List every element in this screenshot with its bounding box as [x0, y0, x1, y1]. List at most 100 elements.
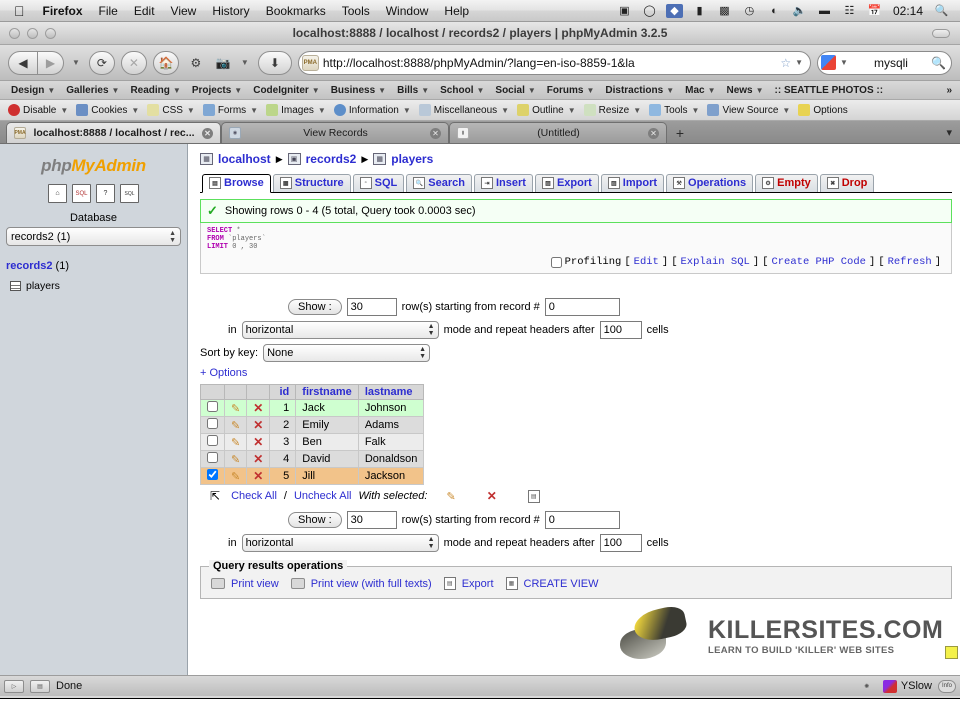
- bookmark-projects[interactable]: Projects ▼: [187, 84, 247, 97]
- tab-insert[interactable]: ⇥ Insert: [473, 174, 533, 192]
- options-toggle-link[interactable]: + Options: [200, 367, 247, 379]
- start-record-input-top[interactable]: [544, 298, 620, 316]
- show-button-top[interactable]: Show :: [288, 299, 342, 315]
- row-checkbox-cell[interactable]: [200, 467, 225, 485]
- minimize-window-button[interactable]: [27, 27, 38, 39]
- search-input[interactable]: mysqli: [851, 56, 931, 70]
- refresh-link[interactable]: Refresh: [888, 256, 932, 268]
- row-checkbox[interactable]: [207, 469, 218, 480]
- url-text[interactable]: http://localhost:8888/phpMyAdmin/?lang=e…: [323, 56, 778, 70]
- search-engine-dropdown-icon[interactable]: ▼: [840, 58, 848, 67]
- webdev-view-source[interactable]: View Source ▼: [703, 104, 794, 116]
- delete-x-icon[interactable]: ✕: [253, 418, 263, 432]
- webdev-disable[interactable]: Disable ▼: [4, 104, 72, 116]
- webdev-cookies[interactable]: Cookies ▼: [72, 104, 143, 116]
- rows-count-input-bottom[interactable]: [346, 511, 397, 529]
- breadcrumb-localhost[interactable]: localhost: [218, 152, 271, 166]
- webdev-options[interactable]: Options: [794, 104, 851, 116]
- tab-browse[interactable]: ▤ Browse: [202, 174, 271, 193]
- menu-item-edit[interactable]: Edit: [126, 4, 163, 18]
- webdev-outline[interactable]: Outline ▼: [513, 104, 580, 116]
- row-edit-cell[interactable]: ✎: [223, 467, 248, 485]
- print-view-link[interactable]: Print view: [231, 578, 279, 590]
- tab-import[interactable]: ▨ Import: [600, 174, 665, 192]
- forward-arrow-icon[interactable]: ▶: [38, 50, 64, 75]
- gear-icon[interactable]: ⚙: [185, 51, 207, 75]
- menu-item-firefox[interactable]: Firefox: [35, 4, 91, 18]
- zoom-window-button[interactable]: [45, 27, 56, 39]
- bookmark-news[interactable]: News ▼: [721, 84, 768, 97]
- print-view-full-texts-link[interactable]: Print view (with full texts): [311, 578, 432, 590]
- dropbox-icon[interactable]: ◆: [665, 3, 683, 18]
- menu-item-bookmarks[interactable]: Bookmarks: [258, 4, 334, 18]
- row-edit-cell[interactable]: ✎: [223, 450, 248, 468]
- tab-view-records[interactable]: ◉ View Records ✕: [221, 122, 449, 143]
- database-link[interactable]: records2: [6, 260, 52, 272]
- history-dropdown-icon[interactable]: ▼: [72, 58, 80, 67]
- back-arrow-icon[interactable]: ◀: [8, 50, 38, 75]
- header-lastname[interactable]: lastname: [357, 384, 425, 400]
- pencil-icon[interactable]: ✎: [231, 454, 240, 466]
- dictionary-icon[interactable]: ▩: [716, 4, 733, 18]
- display-icon[interactable]: ▮: [691, 4, 708, 18]
- webdev-information[interactable]: Information ▼: [330, 104, 415, 116]
- show-button-bottom[interactable]: Show :: [288, 512, 342, 528]
- delete-x-icon[interactable]: ✕: [253, 401, 263, 415]
- delete-x-icon[interactable]: ✕: [487, 489, 497, 503]
- bookmark-bills[interactable]: Bills ▼: [392, 84, 434, 97]
- volume-icon[interactable]: 🔈: [791, 4, 808, 18]
- pencil-icon[interactable]: ✎: [231, 471, 240, 483]
- row-edit-cell[interactable]: ✎: [223, 399, 248, 417]
- uncheck-all-link[interactable]: Uncheck All: [294, 490, 351, 502]
- bookmark-star-icon[interactable]: ☆: [780, 56, 791, 70]
- new-tab-button[interactable]: +: [667, 122, 693, 143]
- pencil-icon[interactable]: ✎: [446, 490, 455, 503]
- help-icon[interactable]: ?: [96, 184, 115, 203]
- webdev-images[interactable]: Images ▼: [262, 104, 330, 116]
- webdev-forms[interactable]: Forms ▼: [199, 104, 262, 116]
- table-row[interactable]: ✎ ✕ 2 Emily Adams: [200, 416, 425, 434]
- row-delete-cell[interactable]: ✕: [246, 416, 271, 434]
- row-checkbox[interactable]: [207, 435, 218, 446]
- row-edit-cell[interactable]: ✎: [223, 433, 248, 451]
- export-link[interactable]: Export: [462, 578, 494, 590]
- header-firstname[interactable]: firstname: [295, 384, 359, 400]
- bookmark-mac[interactable]: Mac ▼: [680, 84, 720, 97]
- delete-x-icon[interactable]: ✕: [253, 469, 263, 483]
- screen-recorder-icon[interactable]: ▣: [616, 4, 633, 18]
- calendar-icon[interactable]: 📅: [866, 4, 883, 18]
- bookmark-seattle-photos[interactable]: :: SEATTLE PHOTOS ::: [770, 84, 889, 97]
- row-checkbox[interactable]: [207, 418, 218, 429]
- search-icon[interactable]: 🔍: [931, 56, 946, 70]
- webdev-css[interactable]: CSS ▼: [143, 104, 198, 116]
- breadcrumb-records2[interactable]: records2: [306, 152, 357, 166]
- display-mode-select-top[interactable]: horizontal ▲ ▼: [241, 321, 439, 339]
- database-select[interactable]: records2 (1) ▲ ▼: [6, 227, 181, 246]
- header-id[interactable]: id: [269, 384, 297, 400]
- sidebar-item-players[interactable]: players: [6, 280, 181, 292]
- tab-operations[interactable]: ⚒ Operations: [666, 174, 754, 192]
- menu-item-file[interactable]: File: [91, 4, 126, 18]
- home-icon[interactable]: ⌂: [48, 184, 67, 203]
- menu-item-history[interactable]: History: [204, 4, 257, 18]
- repeat-headers-input-top[interactable]: [599, 321, 642, 339]
- bookmark-codeigniter[interactable]: CodeIgniter ▼: [248, 84, 324, 97]
- webdev-resize[interactable]: Resize ▼: [580, 104, 646, 116]
- table-row[interactable]: ✎ ✕ 4 David Donaldson: [200, 450, 425, 468]
- profiling-checkbox[interactable]: [550, 256, 562, 268]
- firebug-icon[interactable]: ✺: [857, 680, 877, 693]
- bookmark-reading[interactable]: Reading ▼: [125, 84, 185, 97]
- google-icon[interactable]: [821, 55, 836, 70]
- row-checkbox-cell[interactable]: [200, 433, 225, 451]
- menu-item-view[interactable]: View: [163, 4, 205, 18]
- row-checkbox[interactable]: [207, 401, 218, 412]
- row-delete-cell[interactable]: ✕: [246, 399, 271, 417]
- create-php-code-link[interactable]: Create PHP Code: [771, 256, 866, 268]
- cursor-icon[interactable]: ▷: [4, 679, 24, 693]
- camera-dropdown-icon[interactable]: ▼: [241, 58, 249, 67]
- explain-sql-link[interactable]: Explain SQL: [681, 256, 750, 268]
- tab-empty[interactable]: ⚙ Empty: [755, 174, 818, 192]
- pencil-icon[interactable]: ✎: [231, 420, 240, 432]
- tab-export[interactable]: ▨ Export: [534, 174, 599, 192]
- sql-icon[interactable]: SQL: [72, 184, 91, 203]
